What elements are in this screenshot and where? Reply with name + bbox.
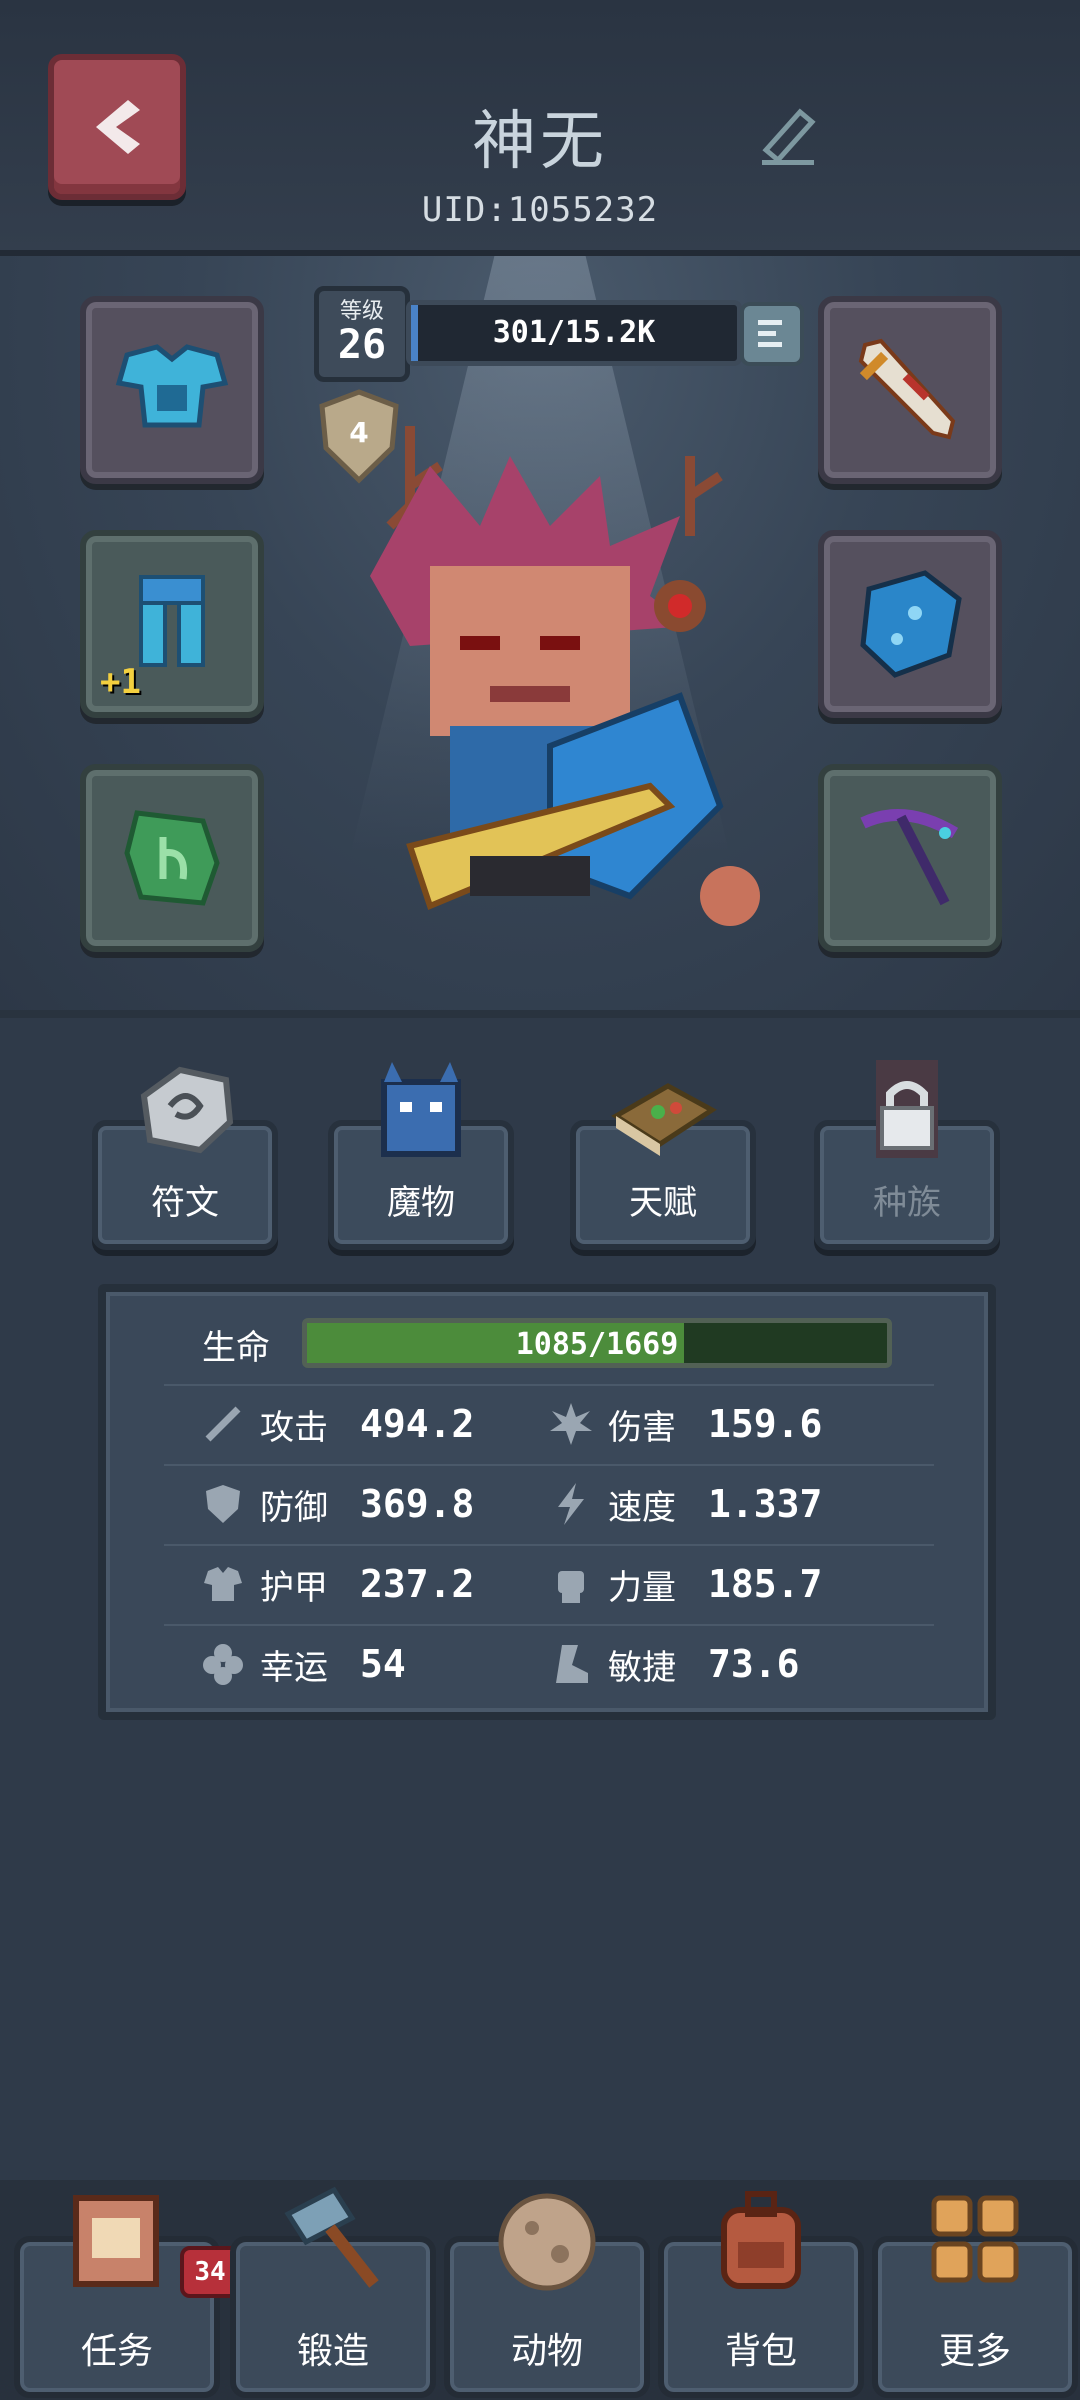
egg-icon: [498, 2193, 596, 2291]
stat-label: 速度: [608, 1487, 676, 1528]
rune-stone-icon: [124, 810, 220, 906]
hp-bar: 1085/1669: [302, 1318, 892, 1368]
nav-tasks[interactable]: 34 任务: [14, 2195, 240, 2398]
list-icon: [758, 320, 782, 347]
stat-label: 力量: [608, 1567, 676, 1608]
pickaxe-icon: [860, 809, 959, 906]
stat-value: 73.6: [708, 1642, 800, 1686]
stat-label: 敏捷: [608, 1647, 676, 1688]
exp-bar: 301/15.2K: [406, 300, 742, 366]
stat-agility: 敏捷 73.6: [548, 1636, 800, 1692]
feature-monster-button[interactable]: 魔物: [328, 1062, 514, 1250]
stat-attack: 攻击 494.2: [200, 1396, 474, 1452]
edit-name-button[interactable]: [752, 98, 824, 170]
stat-label: 伤害: [608, 1407, 676, 1448]
stat-armor: 护甲 237.2: [200, 1556, 474, 1612]
level-value: 26: [337, 322, 387, 368]
divider: [164, 1624, 934, 1626]
level-details-button[interactable]: [740, 302, 804, 366]
stat-label: 攻击: [260, 1407, 328, 1448]
nav-animals[interactable]: 动物: [444, 2193, 650, 2398]
player-name: 神无: [472, 105, 608, 179]
lightning-icon: [558, 1483, 584, 1525]
stat-luck: 幸运 54: [200, 1636, 406, 1692]
upgrade-bonus-label: +1: [100, 662, 141, 702]
nav-label: 任务: [80, 2331, 153, 2372]
sword-icon: [858, 338, 956, 440]
feature-label: 魔物: [387, 1183, 455, 1223]
equip-slot-rune[interactable]: [80, 764, 264, 952]
equip-slot-shield[interactable]: [818, 530, 1002, 718]
shield-icon: [206, 1485, 240, 1523]
stat-value: 159.6: [708, 1402, 823, 1446]
player-uid: UID:1055232: [421, 190, 659, 230]
stats-panel: 生命 1085/1669 攻击 494.2 伤害 159.6 防御 369.8 …: [98, 1284, 996, 1720]
equip-slot-weapon[interactable]: [818, 296, 1002, 484]
stat-value: 1.337: [708, 1482, 823, 1526]
stat-value: 54: [360, 1642, 406, 1686]
bottom-nav: 34 任务 锻造 动物 背包 更多: [0, 2180, 1080, 2400]
hp-label: 生命: [202, 1328, 270, 1368]
equip-slot-tool[interactable]: [818, 764, 1002, 952]
equip-slot-legs[interactable]: +1: [80, 530, 264, 718]
stat-value: 494.2: [360, 1402, 475, 1446]
level-badge: 等级 26: [314, 286, 410, 382]
nav-label: 背包: [724, 2331, 797, 2372]
hammer-icon: [284, 2186, 379, 2288]
level-label: 等级: [339, 299, 384, 324]
nav-label: 锻造: [296, 2331, 369, 2372]
stat-speed: 速度 1.337: [548, 1476, 822, 1532]
stat-value: 185.7: [708, 1562, 823, 1606]
nav-label: 更多: [938, 2331, 1011, 2372]
divider: [164, 1464, 934, 1466]
stat-defense: 防御 369.8: [200, 1476, 474, 1532]
stat-damage: 伤害 159.6: [548, 1396, 822, 1452]
nav-forge[interactable]: 锻造: [230, 2186, 436, 2398]
stat-label: 护甲: [260, 1567, 328, 1608]
stat-value: 369.8: [360, 1482, 475, 1526]
stat-label: 幸运: [260, 1647, 328, 1688]
nav-backpack[interactable]: 背包: [658, 2191, 864, 2398]
shield-icon: [860, 570, 962, 678]
stat-value: 237.2: [360, 1562, 475, 1606]
nav-more[interactable]: 更多: [872, 2195, 1078, 2398]
lock-icon: [876, 1060, 938, 1158]
feature-label: 天赋: [629, 1183, 697, 1223]
equip-slot-chest[interactable]: [80, 296, 264, 484]
feature-rune-button[interactable]: 符文: [92, 1066, 278, 1250]
nav-label: 动物: [510, 2331, 583, 2372]
clover-icon: [203, 1644, 243, 1685]
backpack-icon: [721, 2191, 801, 2289]
sword-icon: [205, 1406, 241, 1442]
divider: [164, 1384, 934, 1386]
boot-icon: [556, 1645, 588, 1683]
monster-icon: [381, 1062, 461, 1157]
feature-race-button[interactable]: 种族: [814, 1060, 1000, 1250]
talent-book-icon: [611, 1083, 717, 1156]
stat-strength: 力量 185.7: [548, 1556, 822, 1612]
grid-icon: [931, 2195, 1019, 2283]
hp-text: 1085/1669: [515, 1327, 679, 1362]
fist-icon: [558, 1571, 584, 1603]
feature-talent-button[interactable]: 天赋: [570, 1083, 756, 1250]
header: 神无 UID:1055232: [0, 0, 1080, 256]
task-book-icon: [73, 2195, 159, 2287]
divider: [164, 1544, 934, 1546]
pencil-icon: [762, 108, 816, 165]
feature-label: 种族: [873, 1183, 941, 1223]
burst-icon: [550, 1403, 592, 1445]
chest-armor-icon: [115, 344, 229, 428]
stat-label: 防御: [260, 1487, 328, 1528]
rune-icon: [140, 1066, 234, 1154]
exp-text: 301/15.2K: [492, 315, 656, 350]
hero-character-image: [370, 426, 760, 926]
feature-label: 符文: [151, 1183, 219, 1223]
armor-icon: [204, 1567, 242, 1601]
character-stage: +1 等级 26 301/15.2K 4: [0, 256, 1080, 1018]
